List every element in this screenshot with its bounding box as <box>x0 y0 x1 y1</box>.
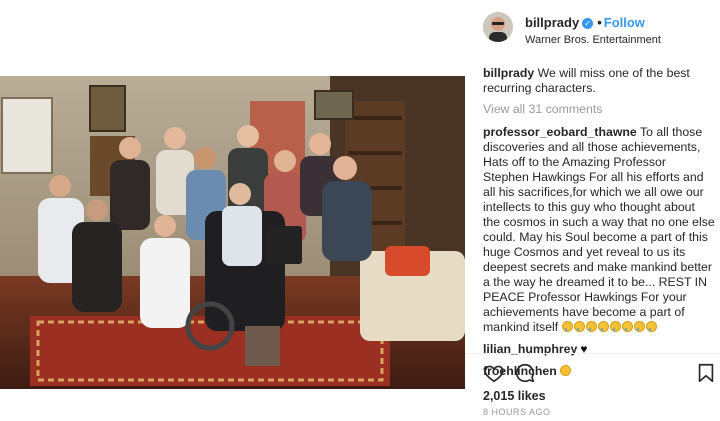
likes-count[interactable]: 2,015 likes <box>483 389 546 403</box>
heart-outline-icon[interactable] <box>483 362 505 384</box>
verified-badge-icon: ✓ <box>582 18 594 29</box>
crying-face-icon <box>561 321 573 332</box>
crying-face-icon <box>645 321 657 332</box>
header-line: billprady ✓ • Follow <box>525 15 645 30</box>
post-caption: billprady We will miss one of the best r… <box>483 66 715 96</box>
follow-button[interactable]: Follow <box>604 15 645 30</box>
crying-face-icon <box>573 321 585 332</box>
post-header: billprady ✓ • Follow Warner Bros. Entertain… <box>483 10 713 50</box>
crying-face-icon <box>621 321 633 332</box>
post-timestamp[interactable]: 8 HOURS AGO <box>483 407 551 417</box>
crying-face-icon <box>609 321 621 332</box>
comment-bubble-icon[interactable] <box>514 362 536 384</box>
comment-item: professor_eobard_thawne To all those dis… <box>483 125 715 335</box>
location-link[interactable]: Warner Bros. Entertainment <box>525 34 661 46</box>
avatar-image <box>483 12 513 42</box>
comment-text: To all those discoveries and all those a… <box>483 125 715 334</box>
crying-face-icon <box>597 321 609 332</box>
avatar[interactable] <box>483 12 513 42</box>
black-heart-icon: ♥ <box>580 342 588 356</box>
actions-divider <box>465 353 720 354</box>
action-bar <box>483 362 715 386</box>
crying-face-icon <box>633 321 645 332</box>
comment-item: lilian_humphrey ♥ <box>483 342 715 357</box>
crying-emoji-group <box>561 320 658 334</box>
crying-face-icon <box>585 321 597 332</box>
post-photo[interactable] <box>0 76 465 389</box>
bookmark-icon[interactable] <box>695 362 717 384</box>
caption-username[interactable]: billprady <box>483 66 534 80</box>
separator-dot: • <box>597 15 602 30</box>
header-username[interactable]: billprady <box>525 15 579 30</box>
post-sidebar: billprady ✓ • Follow Warner Bros. Entertain… <box>465 0 720 421</box>
view-all-comments-link[interactable]: View all 31 comments <box>483 102 715 117</box>
comments-section: billprady We will miss one of the best r… <box>483 66 715 386</box>
comment-username[interactable]: professor_eobard_thawne <box>483 125 637 139</box>
cast-photo-image <box>0 76 465 389</box>
